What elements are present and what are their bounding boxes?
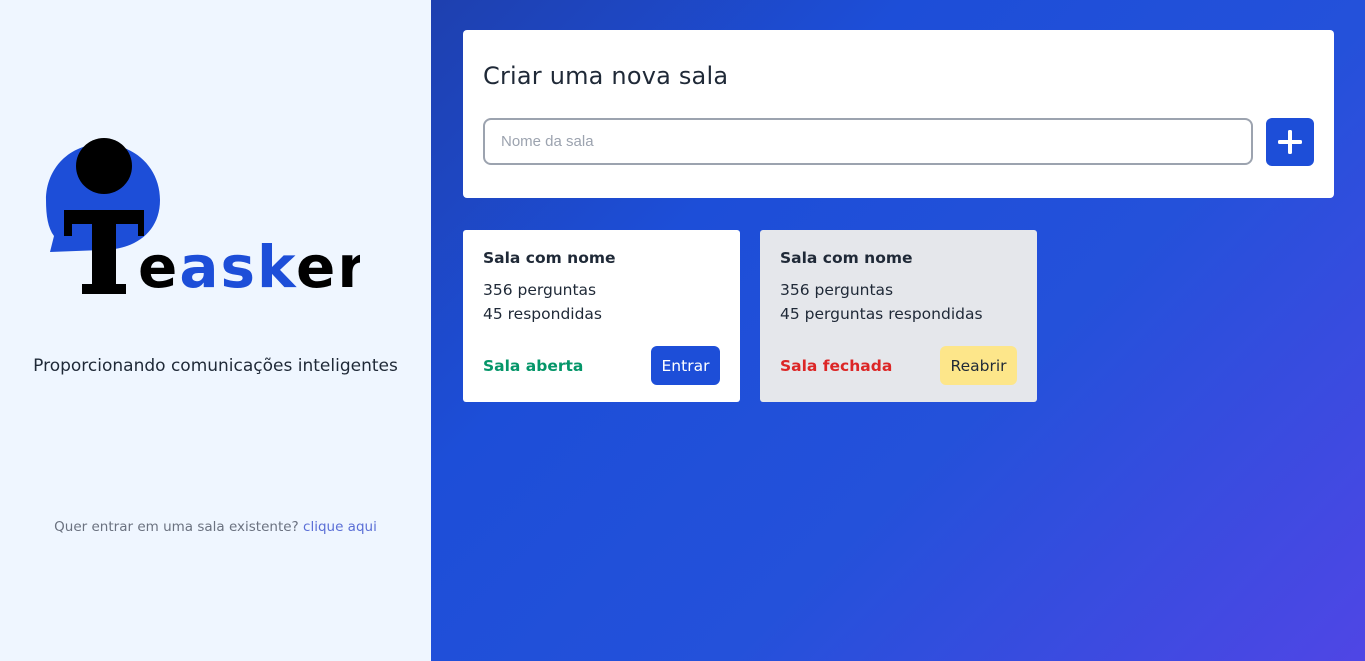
- add-room-button[interactable]: [1266, 118, 1314, 166]
- logo-text-suffix: er: [296, 233, 360, 301]
- logo-text-accent: ask: [179, 233, 297, 301]
- tagline: Proporcionando comunicações inteligentes: [33, 356, 398, 376]
- teasker-logo: easker: [40, 124, 360, 314]
- logo-text-prefix: e: [138, 233, 179, 301]
- plus-icon: [1278, 130, 1302, 154]
- room-name-input[interactable]: [483, 118, 1253, 165]
- room-name: Sala com nome: [780, 249, 913, 267]
- svg-text:easker: easker: [138, 233, 360, 301]
- reopen-room-button[interactable]: Reabrir: [940, 346, 1017, 385]
- room-question-count: 356 perguntas: [483, 281, 597, 299]
- room-name: Sala com nome: [483, 249, 616, 267]
- room-status: Sala aberta: [483, 357, 584, 375]
- room-card: Sala com nome 356 perguntas 45 perguntas…: [760, 230, 1037, 402]
- room-question-count: 356 perguntas: [780, 281, 894, 299]
- create-room-card: Criar uma nova sala: [463, 30, 1334, 198]
- sidebar-panel: easker Proporcionando comunicações intel…: [0, 0, 431, 661]
- room-status: Sala fechada: [780, 357, 893, 375]
- join-room-prompt: Quer entrar em uma sala existente? cliqu…: [0, 519, 431, 535]
- join-room-text: Quer entrar em uma sala existente?: [54, 519, 299, 535]
- room-answered-count: 45 perguntas respondidas: [780, 305, 983, 323]
- room-card: Sala com nome 356 perguntas 45 respondid…: [463, 230, 740, 402]
- join-room-link[interactable]: clique aqui: [303, 519, 377, 535]
- create-room-title: Criar uma nova sala: [483, 62, 729, 90]
- main-panel: Criar uma nova sala Sala com nome 356 pe…: [431, 0, 1365, 661]
- room-answered-count: 45 respondidas: [483, 305, 602, 323]
- enter-room-button[interactable]: Entrar: [651, 346, 720, 385]
